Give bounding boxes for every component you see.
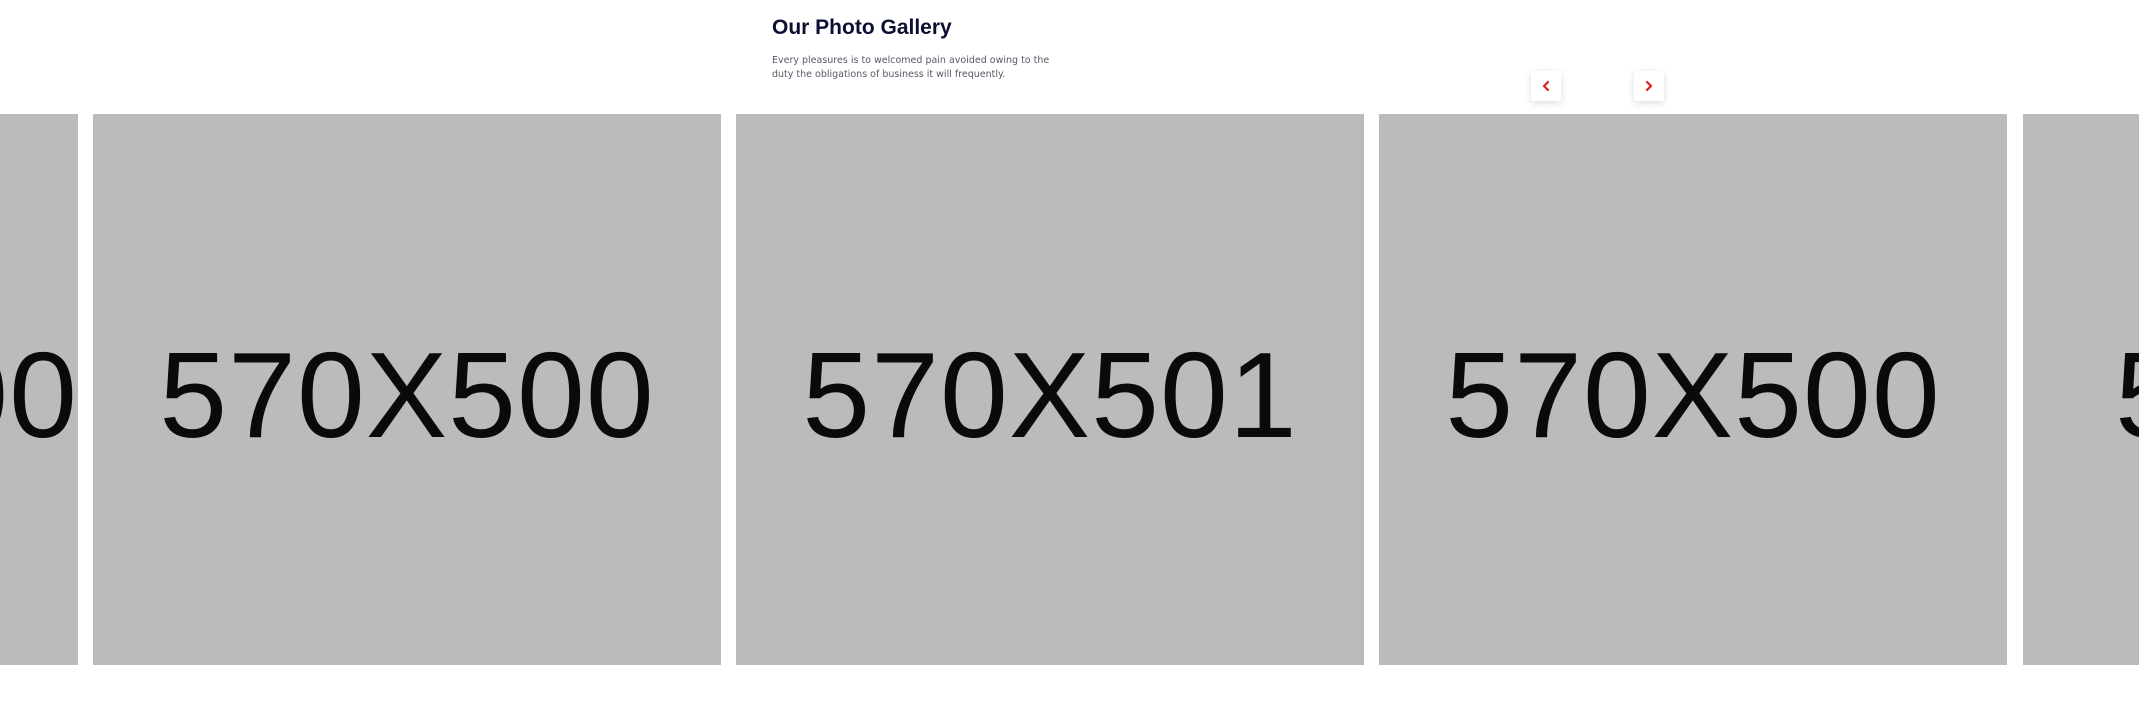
gallery-slide[interactable]: 570X500 [0,114,78,665]
chevron-left-icon [1542,80,1550,92]
slide-placeholder-label: 570X500 [2023,325,2139,465]
photo-gallery-section: Our Photo Gallery Every pleasures is to … [0,0,2139,707]
gallery-slide[interactable]: 570X500 [1379,114,2007,665]
gallery-slide[interactable]: 570X500 [2023,114,2139,665]
slide-placeholder-label: 570X500 [0,326,78,463]
gallery-slide[interactable]: 570X501 [736,114,1364,665]
gallery-description: Every pleasures is to welcomed pain avoi… [772,55,1050,80]
slide-placeholder-label: 570X501 [802,326,1298,463]
slide-placeholder-label: 570X500 [1445,326,1941,463]
gallery-heading-block: Our Photo Gallery Every pleasures is to … [772,14,1072,82]
carousel-prev-button[interactable] [1531,71,1561,101]
chevron-right-icon [1645,80,1653,92]
slide-placeholder-label: 570X500 [159,326,655,463]
gallery-slide[interactable]: 570X500 [93,114,721,665]
carousel-next-button[interactable] [1634,71,1664,101]
gallery-title: Our Photo Gallery [772,16,952,39]
